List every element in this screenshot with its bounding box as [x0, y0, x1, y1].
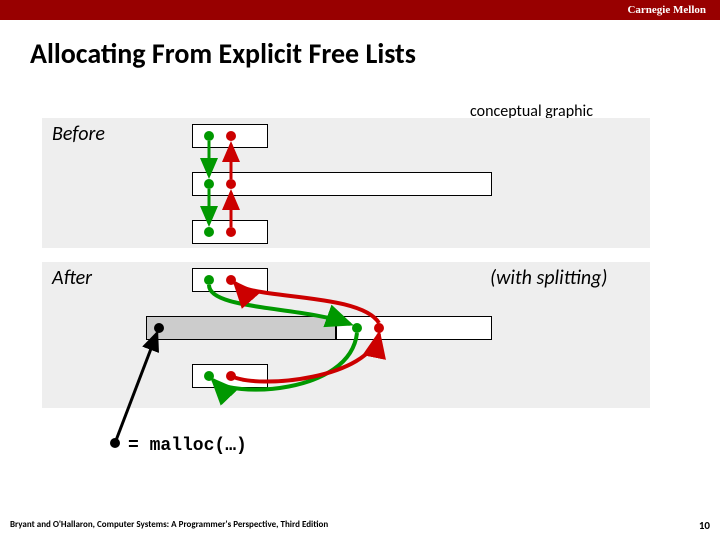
dot: [204, 371, 214, 381]
dot: [226, 179, 236, 189]
dot: [374, 323, 384, 333]
legend-dot: [110, 438, 120, 448]
after-label: After: [52, 266, 92, 290]
dot-malloc-target: [154, 323, 164, 333]
dot: [204, 131, 214, 141]
dot: [352, 323, 362, 333]
with-splitting-label: (with splitting): [490, 266, 607, 290]
dot: [226, 371, 236, 381]
footer: Bryant and O'Hallaron, Computer Systems:…: [10, 519, 710, 532]
dot: [204, 275, 214, 285]
dot: [226, 275, 236, 285]
dot: [204, 227, 214, 237]
citation: Bryant and O'Hallaron, Computer Systems:…: [10, 519, 328, 532]
slide-title: Allocating From Explicit Free Lists: [30, 36, 720, 71]
before-box-mid: [192, 172, 492, 196]
before-label: Before: [52, 122, 105, 146]
legend-text: = malloc(…): [128, 436, 247, 456]
page-number: 10: [699, 519, 710, 532]
brand: Carnegie Mellon: [627, 4, 706, 16]
dot: [226, 227, 236, 237]
after-box-allocated: [146, 316, 336, 340]
dot: [204, 179, 214, 189]
header-bar: Carnegie Mellon: [0, 0, 720, 20]
dot: [226, 131, 236, 141]
